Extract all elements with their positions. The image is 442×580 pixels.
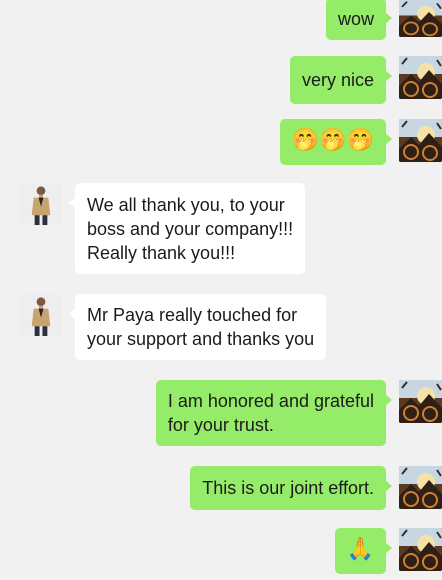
my-avatar[interactable] bbox=[399, 380, 442, 423]
message-text-line: Really thank you!!! bbox=[87, 243, 236, 263]
message-bubble[interactable]: I am honored and grateful for your trust… bbox=[155, 380, 393, 446]
message-text-line: We all thank you, to your bbox=[87, 195, 285, 215]
my-avatar[interactable] bbox=[399, 528, 442, 571]
message-emoji: 🤭🤭🤭 bbox=[291, 128, 374, 153]
message-bubble[interactable]: very nice bbox=[289, 56, 393, 104]
my-avatar[interactable] bbox=[399, 56, 442, 99]
message-row-sent: wow bbox=[0, 0, 442, 40]
contact-avatar[interactable] bbox=[20, 294, 62, 336]
my-avatar[interactable] bbox=[399, 119, 442, 162]
message-row-sent: very nice bbox=[0, 56, 442, 104]
message-text-line: I am honored and grateful bbox=[167, 391, 374, 411]
contact-avatar[interactable] bbox=[20, 183, 62, 225]
my-avatar[interactable] bbox=[399, 0, 442, 37]
message-text: very nice bbox=[301, 70, 374, 90]
chat-message-list[interactable]: wow very nice 🤭🤭🤭 We all thank you, to y… bbox=[0, 0, 442, 580]
message-bubble[interactable]: This is our joint effort. bbox=[190, 466, 392, 510]
message-text-line: boss and your company!!! bbox=[87, 219, 294, 239]
message-bubble[interactable]: 🙏 bbox=[334, 528, 393, 574]
message-bubble[interactable]: 🤭🤭🤭 bbox=[279, 119, 393, 165]
message-text: wow bbox=[337, 9, 374, 29]
message-emoji: 🙏 bbox=[346, 537, 374, 562]
message-row-received: Mr Paya really touched for your support … bbox=[0, 294, 442, 360]
message-text: This is our joint effort. bbox=[202, 478, 374, 498]
message-text-line: your support and thanks you bbox=[87, 329, 315, 349]
message-row-sent: This is our joint effort. bbox=[0, 466, 442, 510]
message-text-line: for your trust. bbox=[167, 415, 274, 435]
message-row-sent: 🙏 bbox=[0, 528, 442, 574]
message-bubble[interactable]: We all thank you, to your boss and your … bbox=[68, 183, 306, 274]
my-avatar[interactable] bbox=[399, 466, 442, 509]
message-text-line: Mr Paya really touched for bbox=[87, 305, 298, 325]
message-row-received: We all thank you, to your boss and your … bbox=[0, 183, 442, 275]
message-row-sent: I am honored and grateful for your trust… bbox=[0, 380, 442, 446]
message-bubble[interactable]: wow bbox=[325, 0, 393, 40]
message-row-sent: 🤭🤭🤭 bbox=[0, 119, 442, 165]
message-bubble[interactable]: Mr Paya really touched for your support … bbox=[68, 294, 327, 360]
